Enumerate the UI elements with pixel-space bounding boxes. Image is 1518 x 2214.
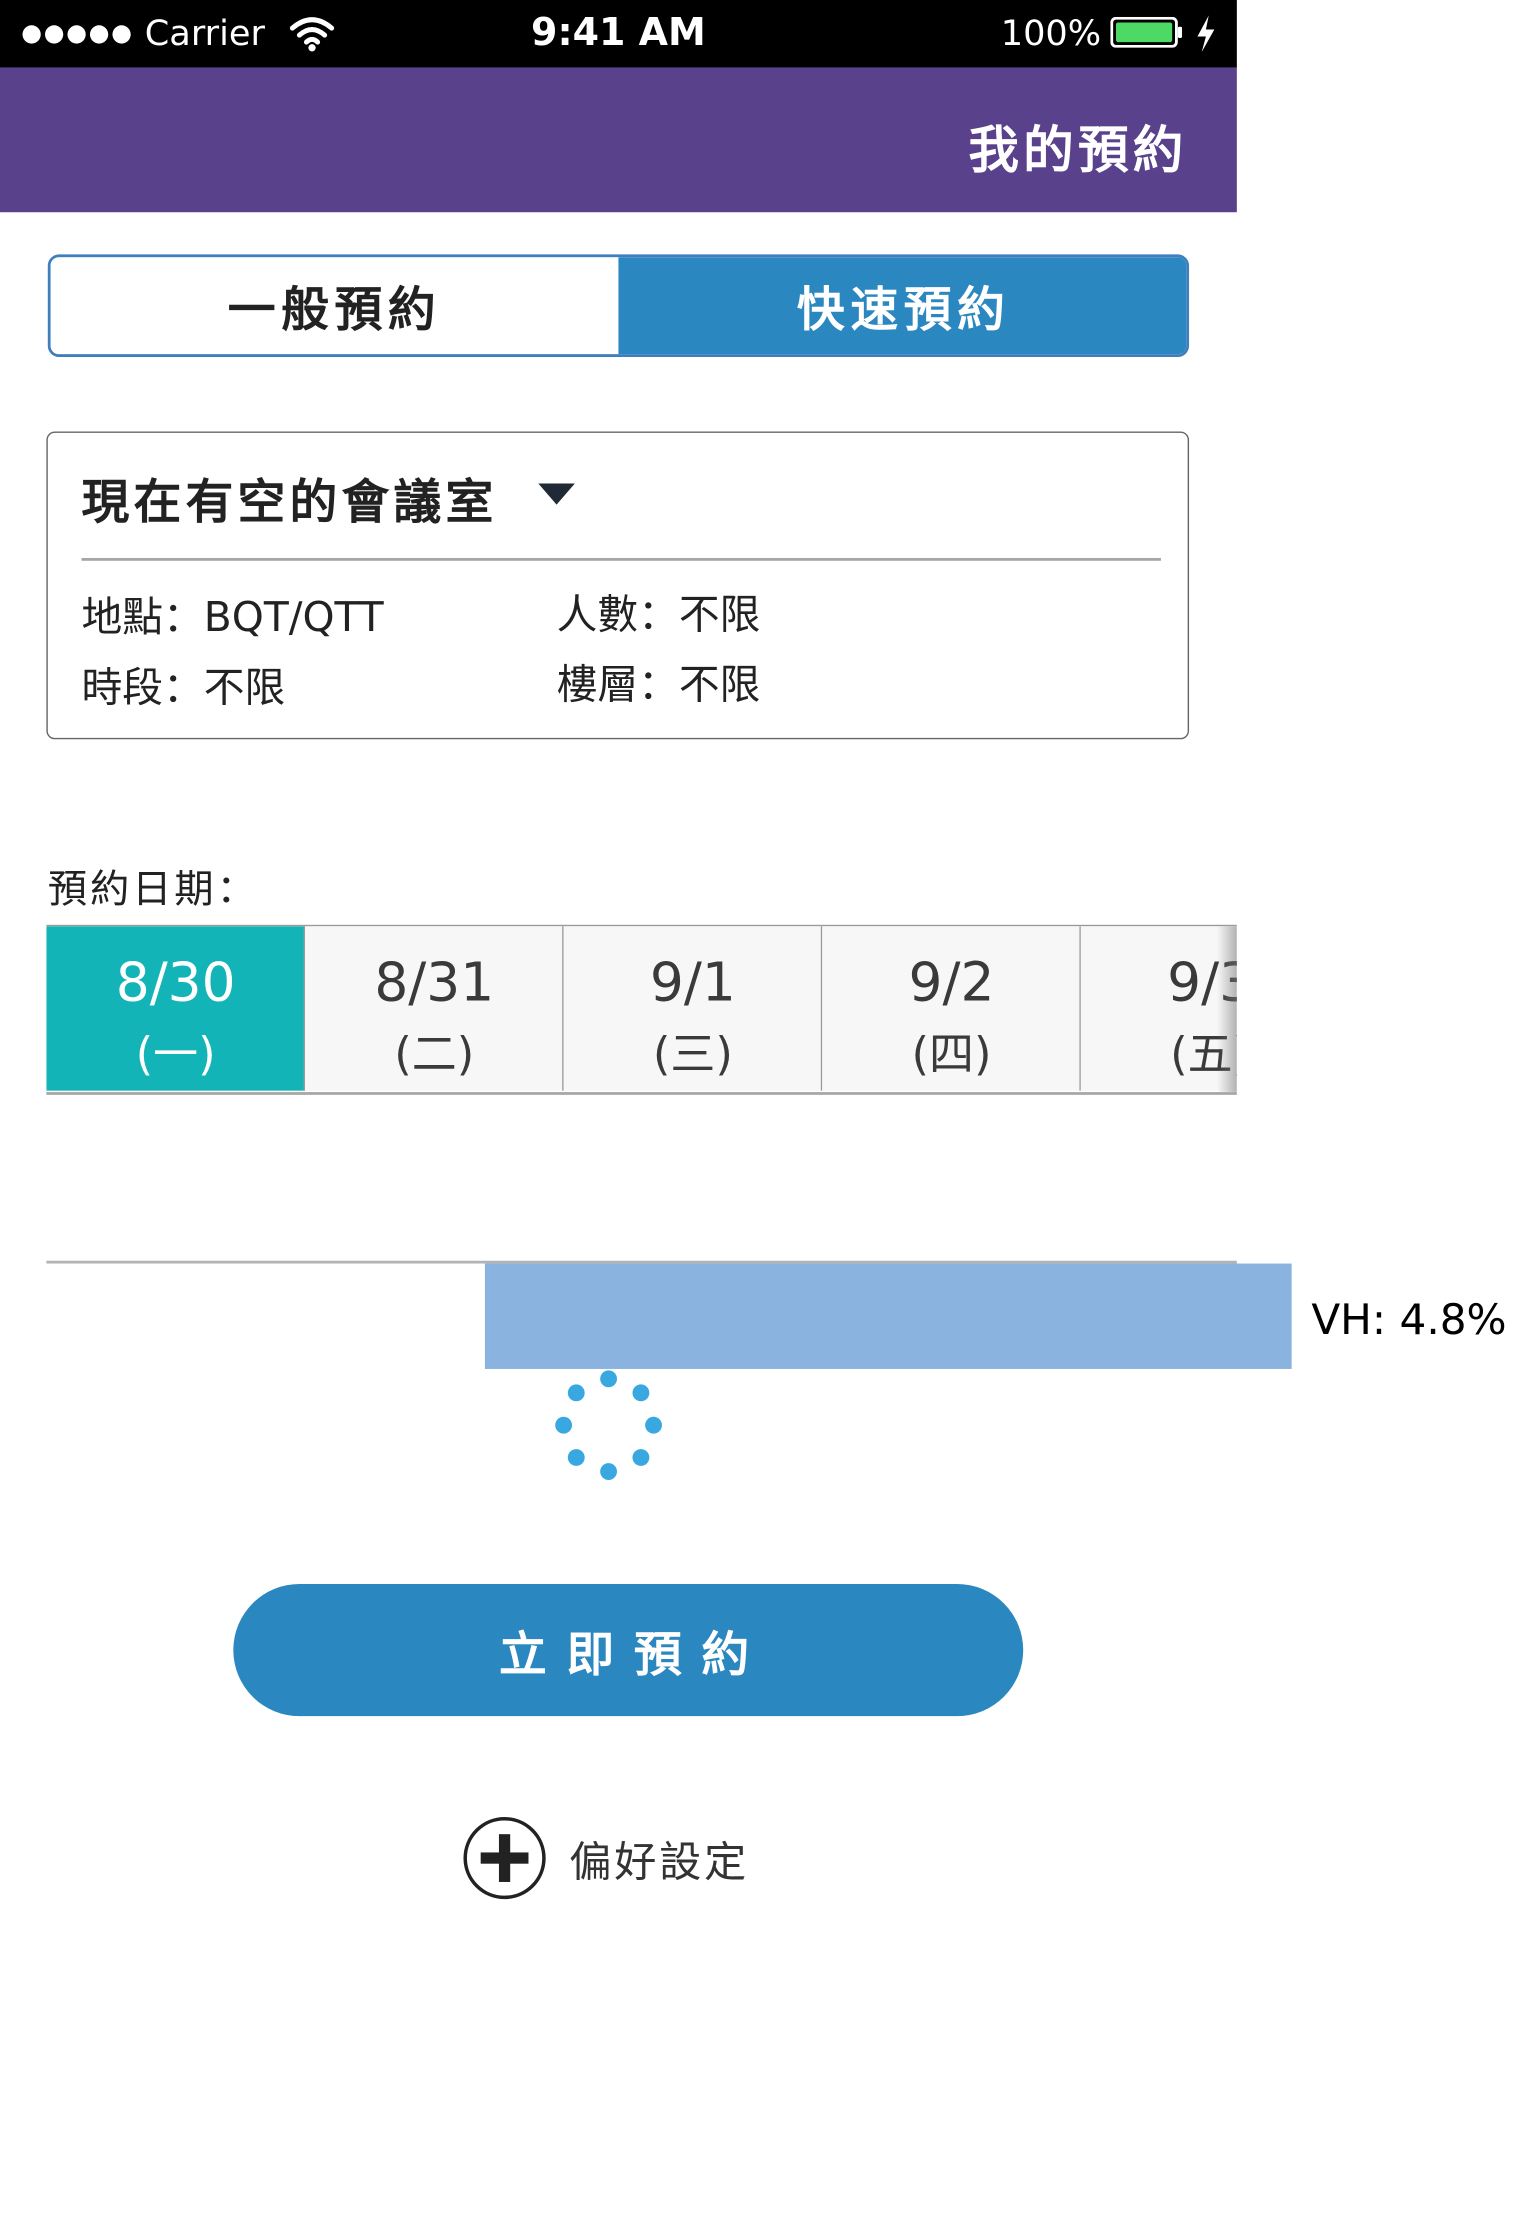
date-value: 9/1 [649, 951, 736, 1014]
preferences-link[interactable]: 偏好設定 [462, 1815, 749, 1902]
location-filter[interactable]: 地點：BQT/QTT [82, 585, 384, 644]
battery-percent: 100% [1000, 12, 1102, 54]
book-now-button[interactable]: 立即預約 [233, 1583, 1024, 1717]
vh-indicator-label: VH: 4.8% [1311, 1295, 1507, 1346]
floor-filter[interactable]: 樓層：不限 [557, 652, 761, 711]
date-cell[interactable]: 8/30 (一) [46, 926, 305, 1091]
date-cell[interactable]: 9/1 (三) [563, 926, 823, 1091]
date-cell[interactable]: 8/31 (二) [304, 926, 564, 1091]
divider [81, 557, 1161, 561]
people-filter[interactable]: 人數：不限 [557, 582, 761, 641]
weekday-value: (一) [135, 1027, 216, 1081]
weekday-value: (二) [394, 1027, 475, 1081]
tab-normal-booking[interactable]: 一般預約 [50, 257, 619, 355]
room-availability-dropdown[interactable]: 現在有空的會議室 [82, 464, 498, 533]
date-label: 預約日期： [47, 865, 259, 913]
weekday-value: (四) [911, 1027, 992, 1081]
page-title: 我的預約 [968, 122, 1188, 180]
add-circle-icon [463, 1816, 546, 1900]
status-bar: Carrier 9:41 AM 100% [0, 0, 1237, 68]
weekday-value: (五) [1170, 1027, 1237, 1081]
vh-indicator-bar [484, 1263, 1292, 1369]
caret-down-icon[interactable] [538, 483, 575, 505]
scroll-edge-shadow [1217, 926, 1237, 1093]
date-value: 9/3 [1167, 951, 1237, 1014]
app-frame: Carrier 9:41 AM 100% 我的預約 一般預約 快速預約 現在有空… [0, 0, 1518, 2214]
weekday-value: (三) [652, 1027, 733, 1081]
loading-spinner-icon [555, 1370, 662, 1480]
preferences-label: 偏好設定 [569, 1838, 750, 1888]
date-value: 9/2 [908, 951, 995, 1014]
date-picker-strip[interactable]: 8/30 (一) 8/31 (二) 9/1 (三) 9/2 (四) 9/3 (五… [46, 924, 1237, 1095]
screen: Carrier 9:41 AM 100% 我的預約 一般預約 快速預約 現在有空… [0, 0, 1518, 2214]
battery-icon [1110, 16, 1183, 48]
nav-bar: 我的預約 [0, 67, 1237, 213]
time-slot-filter[interactable]: 時段：不限 [82, 655, 286, 714]
date-value: 8/30 [115, 951, 236, 1014]
charging-bolt-icon [1197, 15, 1215, 53]
booking-mode-tabs: 一般預約 快速預約 [47, 254, 1190, 357]
date-cell[interactable]: 9/3 (五) [1080, 926, 1237, 1091]
tab-quick-booking[interactable]: 快速預約 [618, 257, 1187, 355]
date-value: 8/31 [374, 951, 495, 1014]
filter-card: 現在有空的會議室 地點：BQT/QTT 人數：不限 時段：不限 樓層：不限 [46, 431, 1190, 740]
date-cell[interactable]: 9/2 (四) [822, 926, 1081, 1091]
